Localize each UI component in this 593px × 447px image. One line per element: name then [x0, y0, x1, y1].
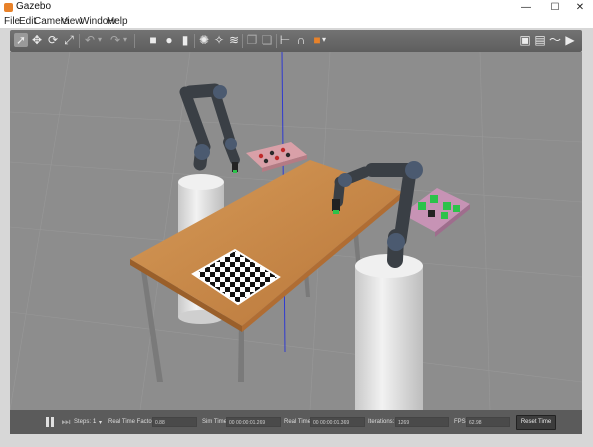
video-icon[interactable]: ▶	[563, 33, 577, 47]
pause-button[interactable]	[44, 416, 56, 428]
rtf-value: 0.88	[152, 417, 197, 427]
fps-value: 62.98	[466, 417, 510, 427]
translate-icon[interactable]: ✥	[30, 33, 44, 47]
window-title: Gazebo	[16, 1, 52, 12]
undo-dropdown-icon[interactable]: ▾	[96, 33, 104, 47]
window-titlebar: Gazebo — ☐ ✕	[0, 0, 593, 16]
box-icon[interactable]: ■	[146, 33, 160, 47]
redo-dropdown-icon[interactable]: ▾	[121, 33, 129, 47]
real-time-value: 00 00:00:01.369	[310, 417, 365, 427]
align-icon[interactable]: ⊢	[278, 33, 292, 47]
iterations-label: Iterations:	[368, 419, 395, 425]
toolbar-separator	[242, 34, 243, 48]
cylinder-icon[interactable]: ▮	[178, 33, 192, 47]
sphere-icon[interactable]: ●	[162, 33, 176, 47]
paste-icon[interactable]: ❏	[260, 33, 274, 47]
select-arrow-icon[interactable]: ➚	[14, 33, 28, 47]
right-pedestal	[355, 254, 423, 410]
copy-icon[interactable]: ❐	[245, 33, 259, 47]
iterations-value: 1269	[395, 417, 449, 427]
sim-time-label: Sim Time:	[202, 419, 229, 425]
plot-icon[interactable]: 〜	[548, 33, 562, 47]
toolbar-separator	[276, 34, 277, 48]
rtf-label: Real Time Factor:	[108, 419, 156, 425]
redo-icon[interactable]: ↷	[108, 33, 122, 47]
scale-icon[interactable]: ⤢	[62, 33, 76, 47]
gazebo-app-icon	[4, 3, 13, 12]
screenshot-icon[interactable]: ▣	[518, 33, 532, 47]
reset-time-button[interactable]: Reset Time	[516, 415, 556, 430]
menu-help[interactable]: Help	[107, 16, 128, 27]
toolbar-separator	[134, 34, 135, 48]
minimize-button[interactable]: —	[512, 0, 540, 15]
menu-bar: File Edit Camera View Window Help	[0, 15, 593, 28]
main-toolbar: ➚ ✥ ⟳ ⤢ ↶ ▾ ↷ ▾ ■ ● ▮ ✺ ✧ ≋ ❐ ❏ ⊢ ∩ ■ ▾ …	[10, 30, 582, 52]
spot-light-icon[interactable]: ✧	[212, 33, 226, 47]
close-button[interactable]: ✕	[566, 0, 593, 15]
step-button[interactable]: ⏭	[61, 416, 71, 428]
color-dropdown-icon[interactable]: ▾	[320, 33, 328, 47]
scene-render	[10, 52, 582, 410]
steps-dropdown-icon[interactable]: ▾	[99, 419, 102, 426]
pause-icon	[46, 417, 49, 427]
real-time-label: Real Time:	[284, 419, 313, 425]
undo-icon[interactable]: ↶	[83, 33, 97, 47]
maximize-button[interactable]: ☐	[541, 0, 569, 15]
log-icon[interactable]: ▤	[533, 33, 547, 47]
rotate-icon[interactable]: ⟳	[46, 33, 60, 47]
scene-viewport[interactable]	[10, 52, 582, 410]
steps-label: Steps:	[74, 419, 92, 425]
sun-light-icon[interactable]: ✺	[197, 33, 211, 47]
left-robot-arm	[179, 83, 240, 173]
sim-time-value: 00 00:00:01.269	[226, 417, 281, 427]
directional-light-icon[interactable]: ≋	[227, 33, 241, 47]
steps-value[interactable]: 1	[93, 419, 96, 425]
toolbar-separator	[194, 34, 195, 48]
simulation-status-bar: ⏭ Steps: 1 ▾ Real Time Factor: 0.88 Sim …	[10, 410, 582, 434]
menu-file[interactable]: File	[4, 16, 20, 27]
snap-icon[interactable]: ∩	[294, 33, 308, 47]
toolbar-separator	[79, 34, 80, 48]
